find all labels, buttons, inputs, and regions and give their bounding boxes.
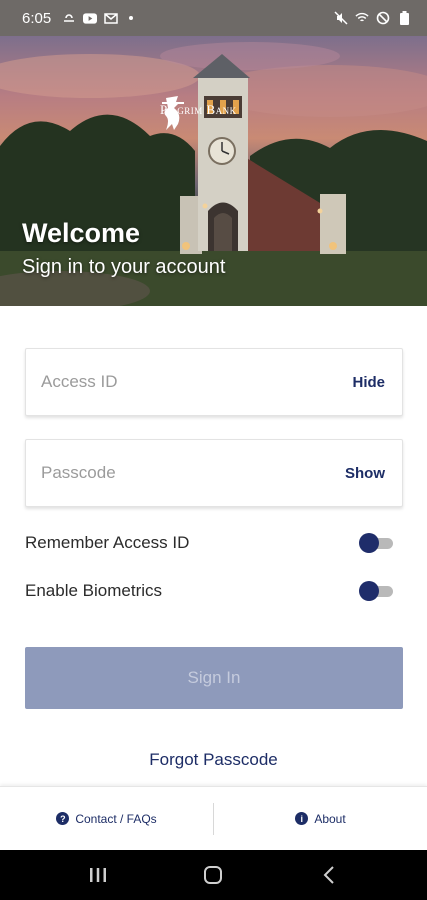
about-button[interactable]: i About — [214, 787, 427, 850]
toggle-thumb — [359, 533, 379, 553]
back-button[interactable] — [309, 860, 349, 890]
contact-faqs-button[interactable]: ? Contact / FAQs — [0, 787, 213, 850]
recent-apps-icon — [89, 868, 106, 882]
info-icon: i — [295, 812, 309, 825]
remember-access-id-row: Remember Access ID — [25, 528, 393, 558]
system-nav-bar — [0, 850, 427, 900]
battery-icon — [397, 11, 411, 25]
welcome-subtitle: Sign in to your account — [22, 256, 226, 278]
remember-access-id-toggle[interactable] — [359, 532, 393, 554]
home-icon — [204, 866, 223, 884]
access-id-input[interactable] — [26, 349, 353, 415]
forgot-passcode-link[interactable]: Forgot Passcode — [0, 750, 427, 770]
sign-in-button[interactable]: Sign In — [25, 647, 403, 709]
pilgrim-logo-icon — [162, 96, 184, 130]
weather-icon — [62, 11, 76, 25]
remember-access-id-label: Remember Access ID — [25, 533, 190, 552]
enable-biometrics-row: Enable Biometrics — [25, 576, 393, 606]
mute-icon — [334, 11, 348, 25]
about-label: About — [314, 811, 346, 826]
toggle-thumb — [359, 581, 379, 601]
wifi-icon — [355, 11, 369, 25]
enable-biometrics-toggle[interactable] — [359, 580, 393, 602]
dnd-icon — [376, 11, 390, 25]
enable-biometrics-label: Enable Biometrics — [25, 581, 163, 600]
notification-dot — [129, 16, 134, 20]
footer-bar: ? Contact / FAQs i About — [0, 786, 427, 850]
passcode-input[interactable] — [26, 440, 345, 506]
back-icon — [323, 866, 334, 884]
youtube-icon — [83, 11, 98, 25]
bank-logo: Pilgrim Bank — [160, 94, 237, 130]
question-icon: ? — [56, 812, 70, 825]
status-left: 6:05 — [22, 9, 134, 27]
passcode-field[interactable]: Show — [25, 439, 403, 507]
status-time: 6:05 — [22, 9, 52, 27]
welcome-title: Welcome — [22, 218, 141, 248]
recent-apps-button[interactable] — [78, 860, 118, 890]
hide-access-id-button[interactable]: Hide — [352, 374, 385, 391]
hero-banner: Pilgrim Bank Welcome Sign in to your acc… — [0, 36, 427, 306]
home-button[interactable] — [193, 860, 233, 890]
status-right — [334, 11, 411, 25]
mail-icon — [104, 11, 118, 25]
status-bar: 6:05 — [0, 0, 427, 36]
show-passcode-button[interactable]: Show — [345, 465, 385, 482]
contact-faqs-label: Contact / FAQs — [75, 811, 157, 826]
access-id-field[interactable]: Hide — [25, 348, 403, 416]
